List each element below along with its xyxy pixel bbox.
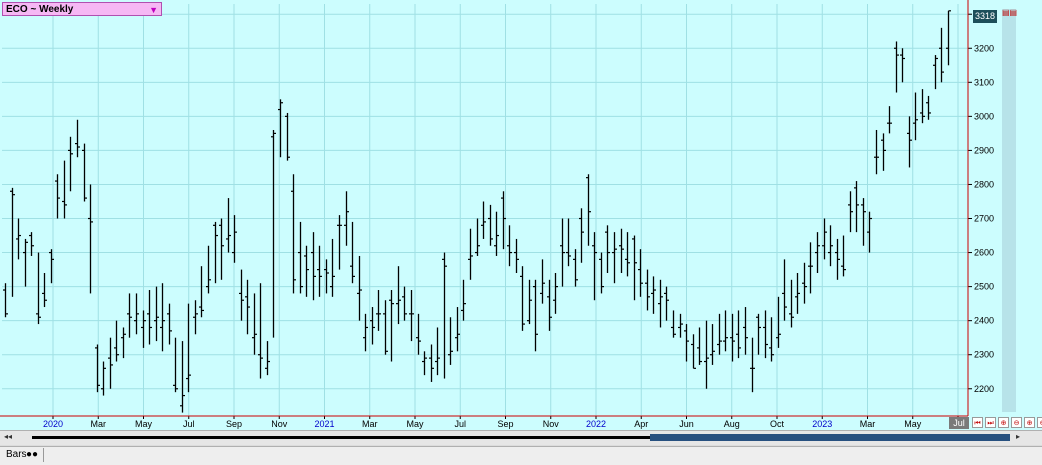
- x-tick-label: Mar: [860, 419, 876, 429]
- bars-mode-label[interactable]: Bars: [6, 449, 27, 460]
- y-tick-label: 2400: [974, 316, 994, 326]
- zoom-controls: ⏮ ⏭ ⊕ ⊖ ⊕ ⊖: [972, 417, 1042, 429]
- y-tick-label: 2900: [974, 145, 994, 155]
- scroll-end-icon[interactable]: ⏭: [985, 417, 996, 428]
- x-tick-label: Oct: [770, 419, 785, 429]
- bottom-toolbar: Bars ●●: [0, 446, 1042, 465]
- y-tick-label: 2500: [974, 282, 994, 292]
- scroll-left-icon[interactable]: ◂◂: [4, 432, 12, 441]
- x-tick-label: Mar: [362, 419, 378, 429]
- y-tick-label: 3100: [974, 77, 994, 87]
- symbol-selector[interactable]: ECO ~ Weekly ▼: [2, 2, 162, 16]
- y-tick-label: 2800: [974, 179, 994, 189]
- scroll-right-icon[interactable]: ▸: [1016, 432, 1020, 441]
- zoom-out-x-icon[interactable]: ⊖: [1011, 417, 1022, 428]
- zoom-in-x-icon[interactable]: ⊕: [998, 417, 1009, 428]
- x-tick-label: May: [406, 419, 424, 429]
- y-tick-label: 2600: [974, 248, 994, 258]
- y-tick-label: 2200: [974, 384, 994, 394]
- x-tick-label: Jul: [454, 419, 466, 429]
- y-tick-label: 3000: [974, 111, 994, 121]
- symbol-label: ECO ~ Weekly: [6, 4, 74, 15]
- x-tick-label: 2021: [314, 419, 334, 429]
- horizontal-scrollbar[interactable]: ◂◂ ▸: [0, 430, 1042, 445]
- x-tick-label: 2022: [586, 419, 606, 429]
- last-price-badge: 3318: [973, 10, 997, 23]
- x-tick-label: Sep: [497, 419, 513, 429]
- bars-mode-icon[interactable]: ●●: [26, 449, 38, 460]
- x-axis: 2020 Mar May Jul Sep Nov 2021 Mar May Jul Sep Nov 20…: [0, 415, 968, 429]
- x-tick-label: Mar: [91, 419, 107, 429]
- scale-marker-icon[interactable]: ▤▤: [1002, 8, 1017, 17]
- x-tick-label: 2020: [43, 419, 63, 429]
- price-chart[interactable]: 2200 2300 2400 2500 2600 2700 2800 2900 3000 3100…: [0, 0, 1042, 430]
- y-tick-label: 2700: [974, 214, 994, 224]
- x-tick-label: Nov: [271, 419, 288, 429]
- scroll-thumb[interactable]: [650, 434, 1010, 441]
- ohlc-bars: [3, 10, 951, 413]
- x-tick-label: Aug: [724, 419, 740, 429]
- x-tick-label: Jul: [183, 419, 195, 429]
- y-tick-label: 3200: [974, 43, 994, 53]
- chart-area[interactable]: 2200 2300 2400 2500 2600 2700 2800 2900 3000 3100…: [0, 0, 1042, 430]
- x-tick-label: May: [135, 419, 153, 429]
- grid-lines: [2, 4, 968, 416]
- x-tick-label: Sep: [226, 419, 242, 429]
- x-tick-label: Nov: [543, 419, 560, 429]
- y-axis: 2200 2300 2400 2500 2600 2700 2800 2900 3000 3100…: [967, 0, 994, 416]
- current-month-tab: Jul: [949, 417, 969, 429]
- x-tick-label: Jun: [679, 419, 694, 429]
- scroll-start-icon[interactable]: ⏮: [972, 417, 983, 428]
- divider: [43, 448, 44, 462]
- chevron-down-icon[interactable]: ▼: [149, 3, 158, 17]
- zoom-out-y-icon[interactable]: ⊖: [1037, 417, 1042, 428]
- x-tick-label: May: [904, 419, 922, 429]
- x-tick-label: Apr: [634, 419, 648, 429]
- y-tick-label: 2300: [974, 350, 994, 360]
- x-tick-label: 2023: [812, 419, 832, 429]
- zoom-in-y-icon[interactable]: ⊕: [1024, 417, 1035, 428]
- price-scale-strip: [1002, 9, 1016, 412]
